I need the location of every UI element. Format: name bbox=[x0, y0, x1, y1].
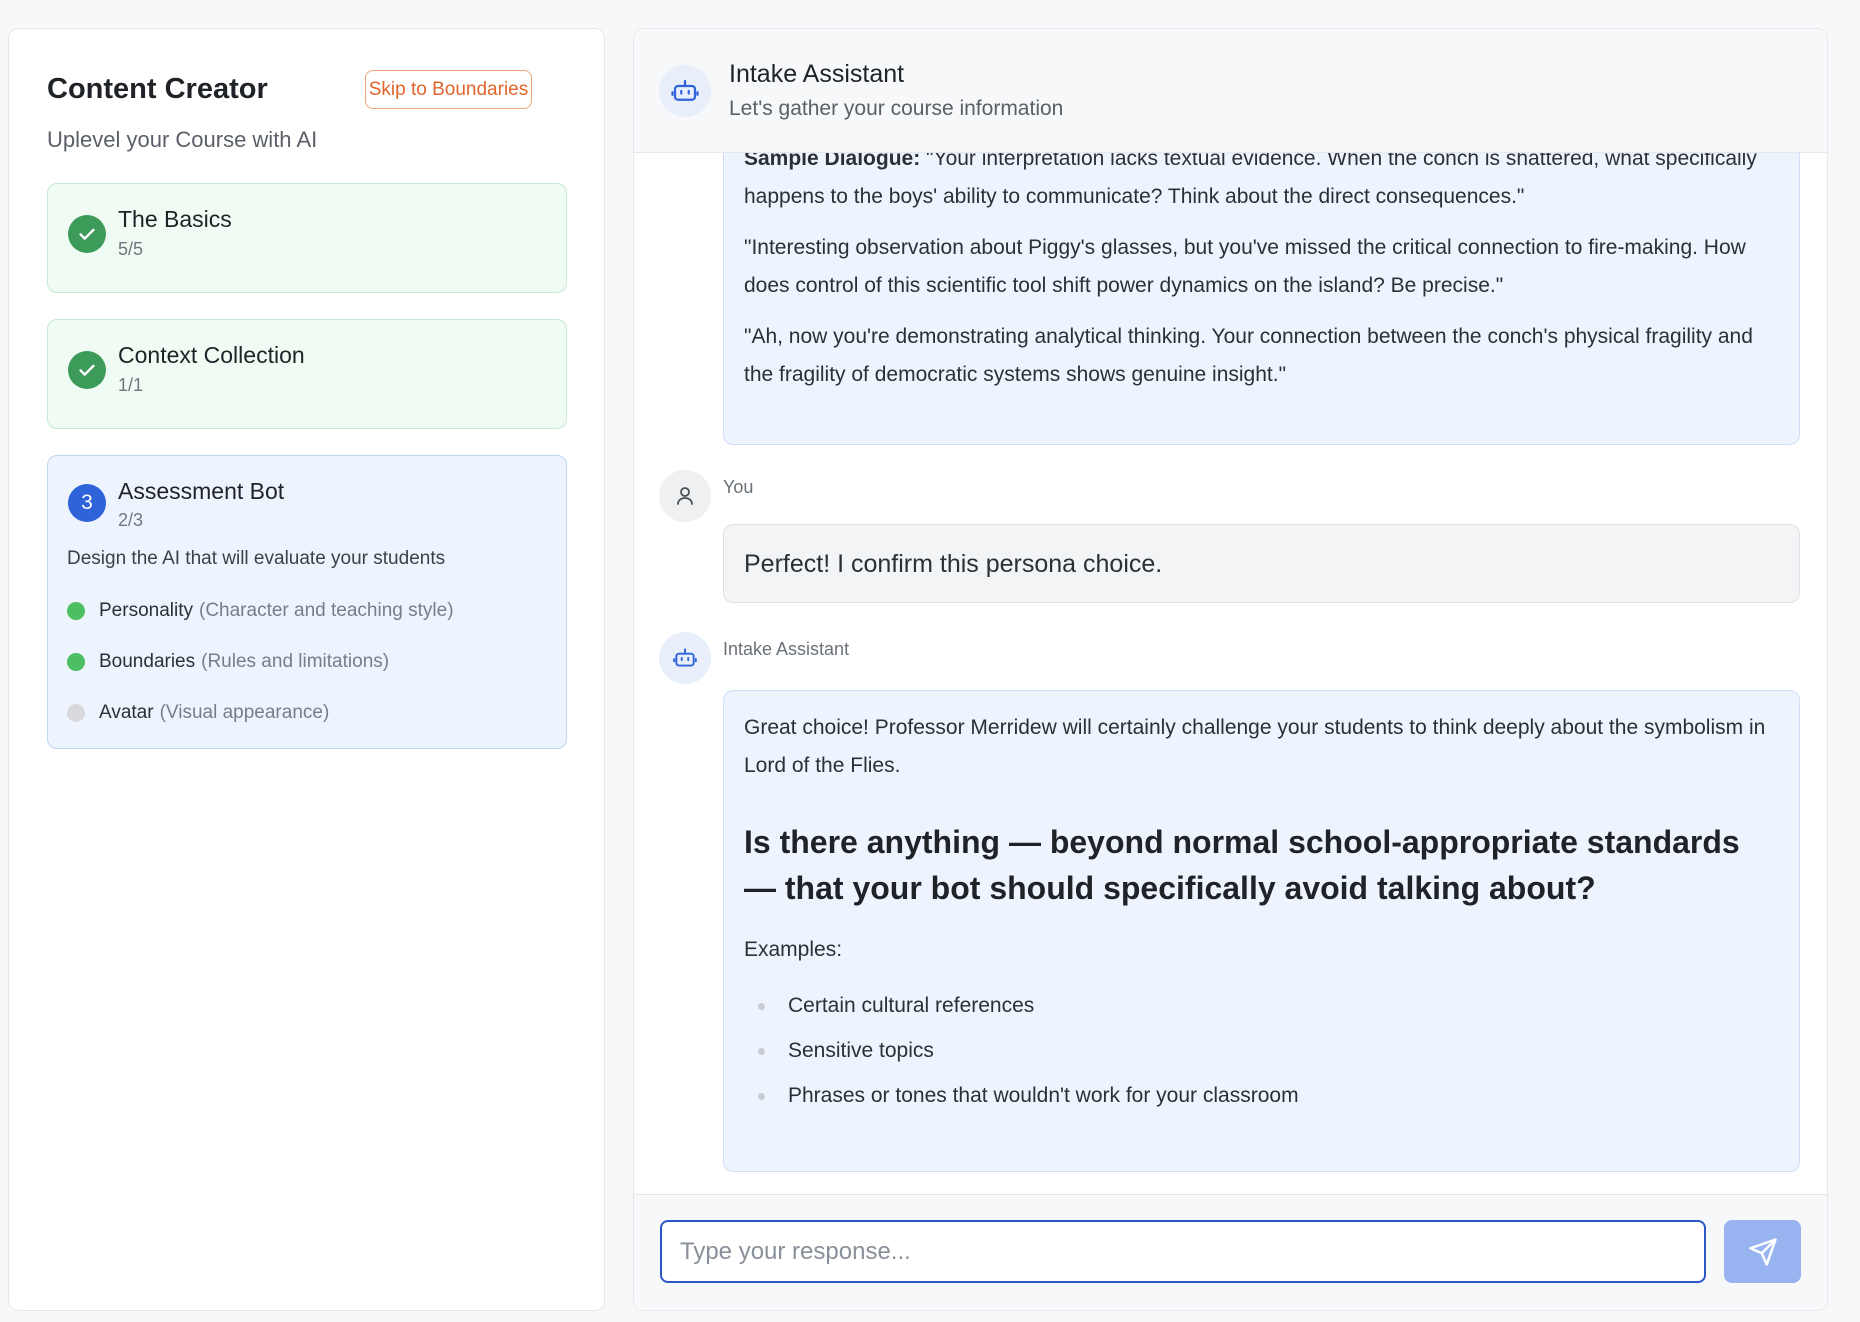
assistant-message: Great choice! Professor Merridew will ce… bbox=[723, 690, 1800, 1172]
step-name: The Basics bbox=[118, 206, 232, 232]
message-intro: Great choice! Professor Merridew will ce… bbox=[744, 716, 1766, 777]
step-description: Design the AI that will evaluate your st… bbox=[67, 548, 446, 569]
chat-title: Intake Assistant bbox=[729, 60, 905, 88]
sidebar-subtitle: Uplevel your Course with AI bbox=[47, 127, 318, 152]
sample-dialogue-label: Sample Dialogue: bbox=[744, 152, 921, 170]
bot-icon bbox=[659, 632, 711, 684]
complete-dot-icon bbox=[67, 653, 85, 671]
example-item: Certain cultural references bbox=[744, 983, 1779, 1028]
user-message: Perfect! I confirm this persona choice. bbox=[723, 524, 1800, 603]
message-paragraph: Sample Dialogue: "Your interpretation la… bbox=[744, 152, 1779, 216]
chat-panel: Intake Assistant Let's gather your cours… bbox=[633, 28, 1828, 1311]
step-card-the-basics[interactable]: The Basics 5/5 bbox=[47, 183, 567, 293]
message-paragraph: "Ah, now you're demonstrating analytical… bbox=[744, 325, 1753, 386]
progress-sidebar: Content Creator Skip to Boundaries Uplev… bbox=[8, 28, 605, 1311]
boundaries-question: Is there anything — beyond normal school… bbox=[744, 824, 1740, 906]
examples-label: Examples: bbox=[744, 938, 843, 961]
assistant-message: Sample Dialogue: "Your interpretation la… bbox=[723, 152, 1800, 445]
substep-hint: (Character and teaching style) bbox=[199, 600, 454, 621]
step-number-badge: 3 bbox=[68, 484, 106, 522]
chat-subtitle: Let's gather your course information bbox=[729, 97, 1064, 120]
substep-boundaries[interactable]: Boundaries (Rules and limitations) bbox=[67, 651, 389, 673]
substep-label: Personality bbox=[99, 600, 193, 621]
message-paragraph: "Interesting observation about Piggy's g… bbox=[744, 236, 1746, 297]
complete-dot-icon bbox=[67, 602, 85, 620]
examples-list: Certain cultural references Sensitive to… bbox=[744, 983, 1779, 1118]
sidebar-title: Content Creator bbox=[47, 73, 268, 105]
substep-hint: (Visual appearance) bbox=[159, 702, 330, 723]
user-icon bbox=[659, 470, 711, 522]
substep-hint: (Rules and limitations) bbox=[201, 651, 390, 672]
step-count: 1/1 bbox=[118, 375, 144, 395]
check-icon bbox=[68, 351, 106, 389]
step-count: 5/5 bbox=[118, 239, 144, 259]
bot-icon bbox=[659, 65, 711, 117]
substep-label: Avatar bbox=[99, 702, 154, 723]
send-icon bbox=[1748, 1237, 1777, 1266]
message-list[interactable]: Sample Dialogue: "Your interpretation la… bbox=[634, 152, 1827, 1217]
step-name: Assessment Bot bbox=[118, 478, 285, 504]
skip-to-boundaries-button[interactable]: Skip to Boundaries bbox=[365, 70, 532, 109]
chat-header: Intake Assistant Let's gather your cours… bbox=[634, 29, 1827, 153]
message-sender: Intake Assistant bbox=[723, 639, 850, 659]
step-card-assessment-bot[interactable]: 3 Assessment Bot 2/3 Design the AI that … bbox=[47, 455, 567, 749]
substep-label: Boundaries bbox=[99, 651, 196, 672]
pending-dot-icon bbox=[67, 704, 85, 722]
message-text: Perfect! I confirm this persona choice. bbox=[744, 549, 1163, 578]
step-card-context-collection[interactable]: Context Collection 1/1 bbox=[47, 319, 567, 429]
substep-avatar[interactable]: Avatar (Visual appearance) bbox=[67, 702, 329, 724]
example-item: Sensitive topics bbox=[744, 1028, 1779, 1073]
response-input[interactable] bbox=[660, 1220, 1706, 1283]
step-name: Context Collection bbox=[118, 342, 305, 368]
check-icon bbox=[68, 215, 106, 253]
substep-personality[interactable]: Personality (Character and teaching styl… bbox=[67, 600, 454, 622]
example-item: Phrases or tones that wouldn't work for … bbox=[744, 1073, 1779, 1118]
message-sender: You bbox=[723, 477, 754, 497]
send-button[interactable] bbox=[1724, 1220, 1801, 1283]
composer bbox=[634, 1194, 1827, 1310]
step-count: 2/3 bbox=[118, 510, 144, 530]
